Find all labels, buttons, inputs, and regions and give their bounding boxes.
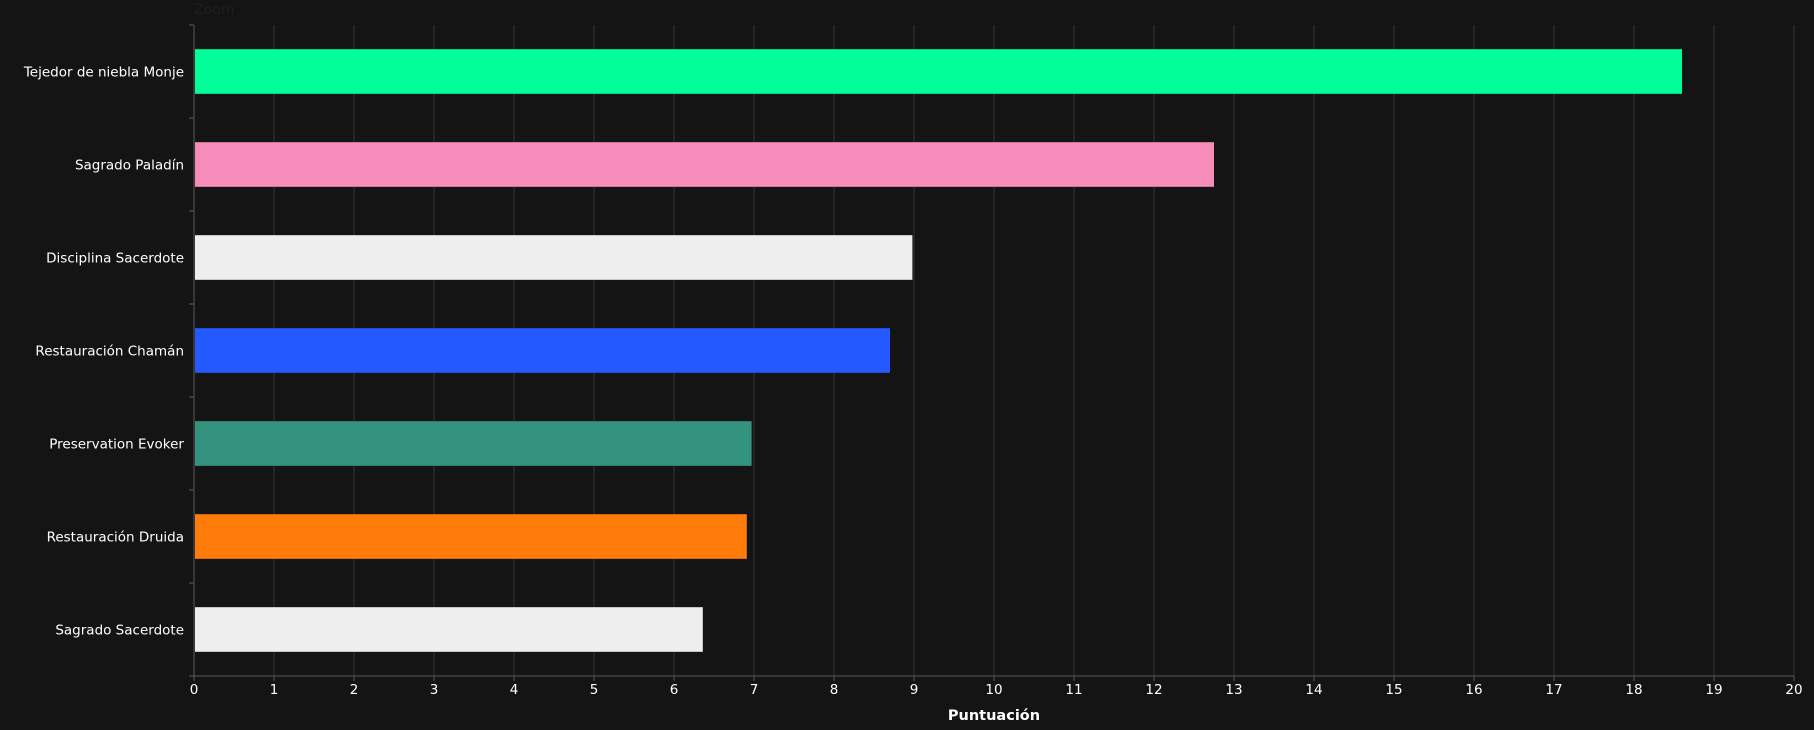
y-category-label: Disciplina Sacerdote [46,251,184,267]
bar[interactable] [195,607,703,652]
x-tick-label: 14 [1305,682,1322,698]
x-tick-label: 6 [670,682,679,698]
y-category-label: Restauración Druida [47,530,184,546]
x-tick-label: 5 [590,682,599,698]
x-tick-label: 2 [350,682,359,698]
x-tick-label: 20 [1785,682,1802,698]
x-tick-label: 13 [1225,682,1242,698]
bar[interactable] [195,328,890,373]
x-tick-label: 9 [910,682,919,698]
bar[interactable] [195,49,1682,94]
bar-chart: Zoom Tejedor de niebla Monje Sagrado Pala… [23,2,1803,724]
bar[interactable] [195,142,1214,187]
x-tick-label: 17 [1545,682,1562,698]
x-axis: 0 1 2 3 4 5 6 7 8 9 10 11 12 13 14 15 16 17 18 19 20 [190,675,1803,698]
y-axis: Tejedor de niebla Monje Sagrado Paladín Di… [23,24,195,677]
y-category-label: Preservation Evoker [49,437,184,453]
y-category-label: Sagrado Sacerdote [55,623,184,639]
x-tick-label: 7 [750,682,759,698]
bar[interactable] [195,235,913,280]
x-tick-label: 12 [1145,682,1162,698]
bar-layer [195,49,1682,652]
x-axis-title: Puntuación [948,708,1040,724]
x-tick-label: 15 [1385,682,1402,698]
x-tick-label: 10 [985,682,1002,698]
x-tick-label: 18 [1625,682,1642,698]
x-tick-label: 8 [830,682,839,698]
x-tick-label: 11 [1065,682,1082,698]
x-tick-label: 1 [270,682,279,698]
x-tick-label: 16 [1465,682,1482,698]
zoom-label[interactable]: Zoom [194,2,234,18]
bar[interactable] [195,514,747,559]
bar[interactable] [195,421,752,466]
y-category-label: Tejedor de niebla Monje [23,65,184,81]
x-tick-label: 0 [190,682,199,698]
y-category-label: Restauración Chamán [35,344,184,360]
x-tick-label: 3 [430,682,439,698]
chart-container: Zoom Tejedor de niebla Monje Sagrado Pala… [0,0,1814,730]
y-category-label: Sagrado Paladín [75,158,184,174]
x-tick-label: 4 [510,682,519,698]
x-tick-label: 19 [1705,682,1722,698]
